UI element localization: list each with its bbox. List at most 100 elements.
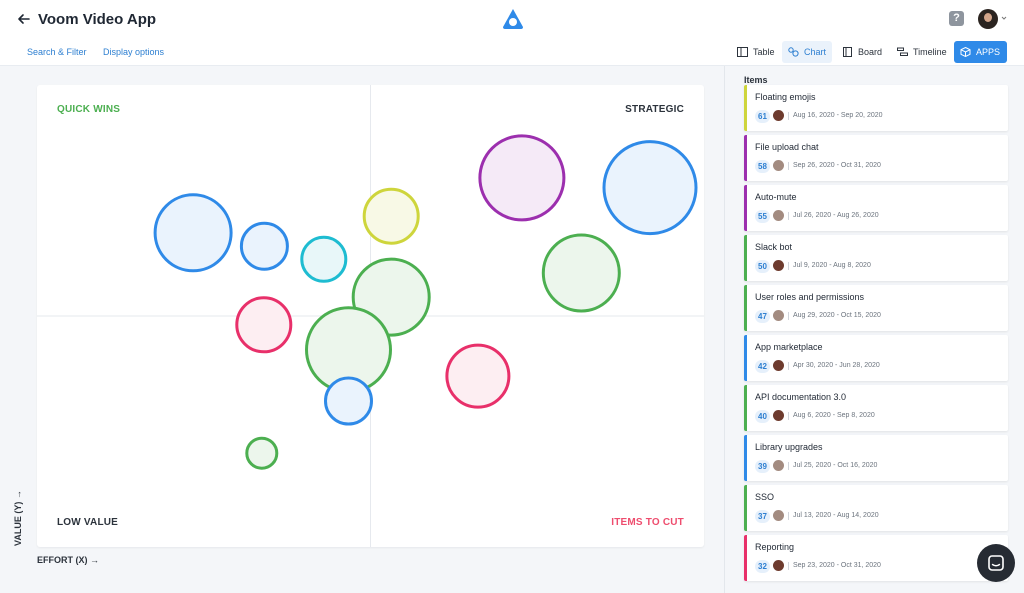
bubble-11[interactable]: [602, 140, 698, 236]
divider: [788, 112, 789, 120]
chart-icon: [788, 47, 799, 57]
assignee-avatar: [773, 210, 784, 221]
item-date-range: Sep 23, 2020 - Oct 31, 2020: [793, 562, 881, 569]
search-filter-link[interactable]: Search & Filter: [27, 47, 87, 57]
tab-chart-label: Chart: [804, 47, 827, 57]
item-title: Library upgrades: [755, 442, 823, 452]
list-item[interactable]: SSO 37 Jul 13, 2020 - Aug 14, 2020: [744, 485, 1008, 531]
timeline-icon: [897, 47, 908, 56]
item-date-range: Jul 25, 2020 - Oct 16, 2020: [793, 462, 878, 469]
item-title: User roles and permissions: [755, 292, 865, 302]
item-date-range: Jul 13, 2020 - Aug 14, 2020: [793, 512, 879, 519]
item-date-range: Aug 29, 2020 - Oct 15, 2020: [793, 312, 881, 319]
item-title: SSO: [755, 492, 775, 502]
display-options-link[interactable]: Display options: [103, 47, 164, 57]
bubble-4[interactable]: [362, 187, 420, 245]
item-title: Auto-mute: [755, 192, 797, 202]
list-item[interactable]: Floating emojis 61 Aug 16, 2020 - Sep 20, …: [744, 85, 1008, 131]
tab-timeline[interactable]: Timeline: [891, 41, 953, 63]
bubble-2[interactable]: [239, 221, 289, 271]
item-title: Slack bot: [755, 242, 793, 252]
item-date-range: Aug 16, 2020 - Sep 20, 2020: [793, 112, 883, 119]
bubble-12[interactable]: [541, 233, 621, 313]
divider: [788, 162, 789, 170]
assignee-avatar: [773, 160, 784, 171]
item-score-badge: 40: [755, 410, 770, 423]
list-item[interactable]: Auto-mute 55 Jul 26, 2020 - Aug 26, 2020: [744, 185, 1008, 231]
item-score-badge: 42: [755, 360, 770, 373]
table-icon: [737, 47, 748, 57]
bubble-13[interactable]: [445, 343, 511, 409]
divider: [788, 462, 789, 470]
assignee-avatar: [773, 360, 784, 371]
item-score-badge: 61: [755, 110, 770, 123]
item-title: App marketplace: [755, 342, 823, 352]
app-logo-icon: [503, 9, 523, 29]
bubble-8[interactable]: [324, 376, 373, 426]
divider: [788, 212, 789, 220]
item-score-badge: 50: [755, 260, 770, 273]
item-score-badge: 32: [755, 560, 770, 573]
item-title: API documentation 3.0: [755, 392, 847, 402]
divider: [788, 262, 789, 270]
board-icon: [843, 47, 852, 57]
tab-chart[interactable]: Chart: [782, 41, 833, 63]
list-item[interactable]: User roles and permissions 47 Aug 29, 2020…: [744, 285, 1008, 331]
divider: [788, 412, 789, 420]
apps-button-label: APPS: [976, 47, 1001, 57]
assignee-avatar: [773, 310, 784, 321]
item-date-range: Sep 26, 2020 - Oct 31, 2020: [793, 162, 881, 169]
item-title: Floating emojis: [755, 92, 816, 102]
user-avatar[interactable]: [978, 9, 998, 29]
assignee-avatar: [773, 260, 784, 271]
chat-icon: [988, 555, 1004, 571]
help-icon[interactable]: ?: [949, 11, 964, 26]
divider: [788, 312, 789, 320]
bubble-9[interactable]: [245, 436, 279, 470]
tab-board[interactable]: Board: [836, 41, 888, 63]
app-title: Voom Video App: [38, 11, 157, 28]
list-item[interactable]: Slack bot 50 Jul 9, 2020 - Aug 8, 2020: [744, 235, 1008, 281]
top-bar: Voom Video App ?: [0, 0, 1024, 40]
list-item[interactable]: App marketplace 42 Apr 30, 2020 - Jun 28, …: [744, 335, 1008, 381]
assignee-avatar: [773, 410, 784, 421]
quadrant-strategic: STRATEGIC: [625, 104, 684, 115]
assignee-avatar: [773, 460, 784, 471]
item-title: Reporting: [755, 542, 795, 552]
tab-board-label: Board: [858, 47, 883, 57]
y-axis-label: VALUE (Y) →: [13, 490, 23, 546]
bubble-1[interactable]: [153, 193, 233, 273]
chevron-down-icon[interactable]: [1001, 15, 1007, 21]
x-axis-label: EFFORT (X) →: [37, 555, 99, 565]
items-panel: Items Floating emojis 61 Aug 16, 2020 - Se…: [724, 66, 1024, 593]
item-title: File upload chat: [755, 142, 819, 152]
prioritization-chart: QUICK WINS STRATEGIC LOW VALUE ITEMS TO …: [37, 85, 704, 547]
item-score-badge: 55: [755, 210, 770, 223]
item-date-range: Apr 30, 2020 - Jun 28, 2020: [793, 362, 880, 369]
quadrant-quick-wins: QUICK WINS: [57, 104, 121, 115]
bubble-3[interactable]: [300, 235, 348, 283]
item-date-range: Jul 26, 2020 - Aug 26, 2020: [793, 212, 879, 219]
item-score-badge: 39: [755, 460, 770, 473]
view-toolbar: Search & Filter Display options Table Ch…: [0, 40, 1024, 66]
divider: [788, 362, 789, 370]
bubble-10[interactable]: [478, 134, 566, 222]
list-item[interactable]: API documentation 3.0 40 Aug 6, 2020 - Sep…: [744, 385, 1008, 431]
list-item[interactable]: Library upgrades 39 Jul 25, 2020 - Oct 16,…: [744, 435, 1008, 481]
divider: [788, 562, 789, 570]
cube-icon: [960, 47, 971, 57]
apps-button[interactable]: APPS: [954, 41, 1007, 63]
back-arrow-icon[interactable]: [16, 11, 32, 27]
chat-support-button[interactable]: [977, 544, 1015, 582]
tab-table-label: Table: [753, 47, 775, 57]
bubble-6[interactable]: [235, 296, 293, 354]
list-item[interactable]: Reporting 32 Sep 23, 2020 - Oct 31, 2020: [744, 535, 1008, 581]
tab-table[interactable]: Table: [731, 41, 781, 63]
assignee-avatar: [773, 560, 784, 571]
chart-canvas: [37, 85, 704, 547]
list-item[interactable]: File upload chat 58 Sep 26, 2020 - Oct 31,…: [744, 135, 1008, 181]
item-date-range: Aug 6, 2020 - Sep 8, 2020: [793, 412, 875, 419]
item-score-badge: 47: [755, 310, 770, 323]
tab-timeline-label: Timeline: [913, 47, 947, 57]
assignee-avatar: [773, 510, 784, 521]
